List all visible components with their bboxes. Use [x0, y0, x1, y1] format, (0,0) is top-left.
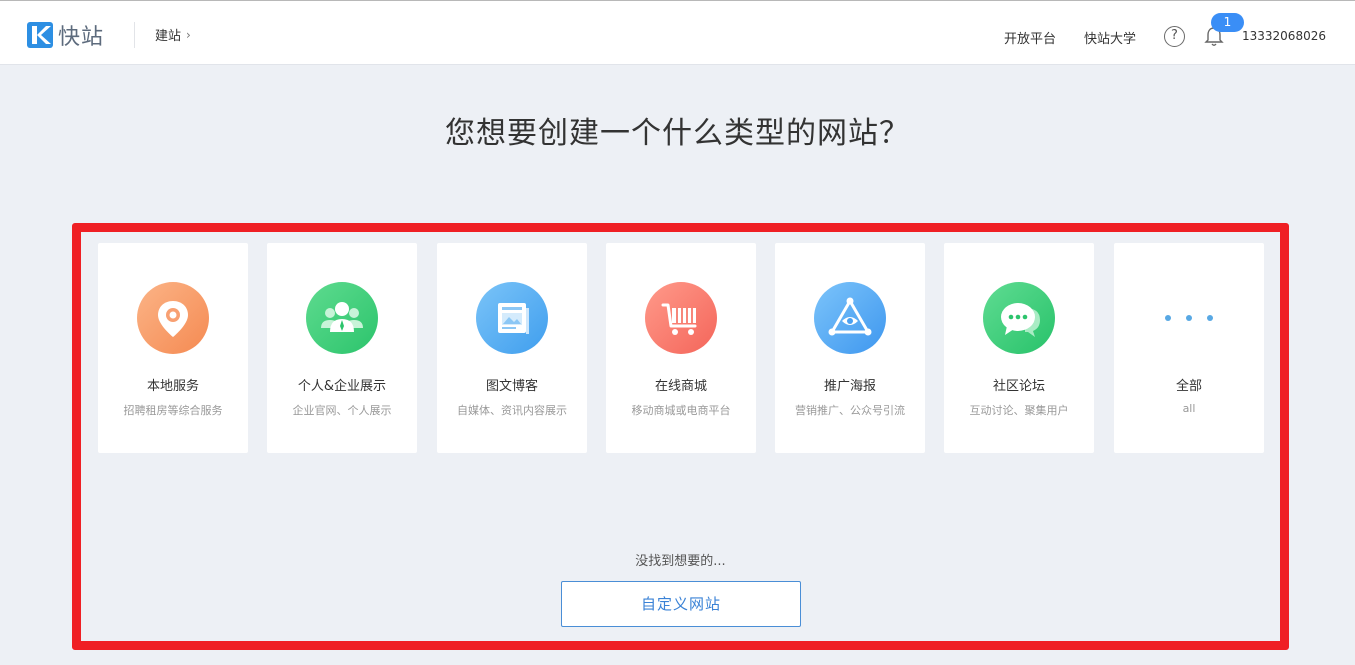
article-icon — [476, 282, 548, 354]
card-title: 本地服务 — [146, 379, 199, 394]
card-title: 推广海报 — [823, 379, 876, 394]
nav-university[interactable]: 快站大学 — [1084, 28, 1136, 47]
chat-bubble-icon — [983, 282, 1055, 354]
page-title: 您想要创建一个什么类型的网站？ — [445, 116, 910, 151]
card-online-store[interactable]: 在线商城 移动商城或电商平台 — [606, 243, 756, 453]
card-local-service[interactable]: 本地服务 招聘租房等综合服务 — [98, 243, 248, 453]
card-subtitle: 互动讨论、聚集用户 — [969, 404, 1069, 417]
custom-website-button[interactable]: 自定义网站 — [561, 581, 801, 627]
card-title: 全部 — [1175, 379, 1202, 394]
card-personal-enterprise[interactable]: 个人&企业展示 企业官网、个人展示 — [267, 243, 417, 453]
card-subtitle: 企业官网、个人展示 — [292, 404, 392, 417]
card-title: 个人&企业展示 — [297, 379, 387, 394]
not-found-hint: 没找到想要的... — [635, 554, 726, 569]
card-subtitle: 移动商城或电商平台 — [631, 404, 731, 417]
card-blog[interactable]: 图文博客 自媒体、资讯内容展示 — [437, 243, 587, 453]
people-icon — [306, 282, 378, 354]
breadcrumb[interactable]: 建站 › — [155, 25, 191, 45]
shopping-cart-icon — [645, 282, 717, 354]
logo-k-icon — [27, 22, 53, 48]
user-account[interactable]: 13332068026 — [1242, 29, 1326, 43]
location-pin-icon — [137, 282, 209, 354]
card-title: 在线商城 — [654, 379, 707, 394]
card-subtitle: 营销推广、公众号引流 — [795, 404, 905, 417]
top-header: 快站 建站 › 开放平台 快站大学 ? 1 13332068026 — [0, 0, 1355, 65]
more-dots-icon — [1165, 315, 1213, 323]
notification-badge: 1 — [1211, 13, 1244, 32]
header-divider — [134, 22, 135, 48]
help-icon[interactable]: ? — [1164, 26, 1185, 47]
card-subtitle: 自媒体、资讯内容展示 — [457, 404, 567, 417]
card-community-forum[interactable]: 社区论坛 互动讨论、聚集用户 — [944, 243, 1094, 453]
logo-text: 快站 — [58, 25, 105, 50]
triangle-eye-icon — [814, 282, 886, 354]
chevron-right-icon: › — [186, 27, 191, 42]
card-all[interactable]: 全部 all — [1114, 243, 1264, 453]
card-title: 图文博客 — [485, 379, 538, 394]
card-title: 社区论坛 — [992, 379, 1045, 394]
breadcrumb-label: 建站 — [155, 29, 182, 44]
logo[interactable]: 快站 — [27, 21, 105, 50]
card-promo-poster[interactable]: 推广海报 营销推广、公众号引流 — [775, 243, 925, 453]
card-subtitle: 招聘租房等综合服务 — [123, 404, 223, 417]
card-subtitle: all — [1182, 402, 1196, 415]
nav-open-platform[interactable]: 开放平台 — [1004, 28, 1056, 47]
